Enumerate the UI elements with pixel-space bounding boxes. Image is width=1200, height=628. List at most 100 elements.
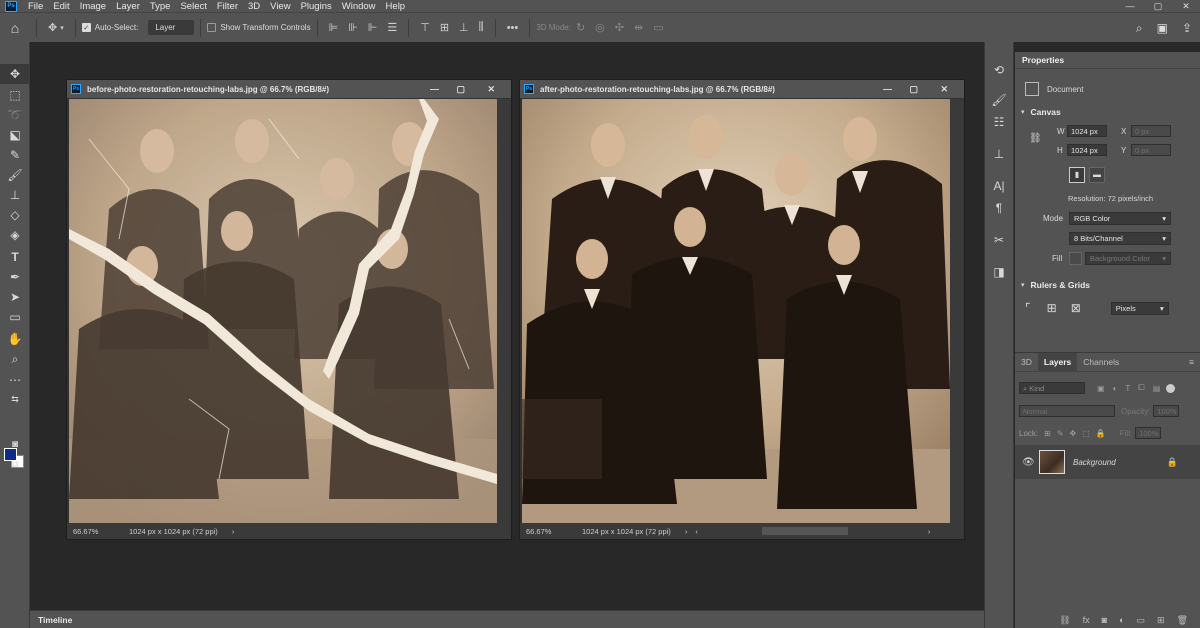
- close-icon[interactable]: ✕: [940, 80, 948, 98]
- portrait-icon[interactable]: ▮: [1069, 167, 1085, 183]
- scale-3d-icon[interactable]: ▭: [653, 21, 663, 34]
- character-icon[interactable]: A|: [985, 176, 1013, 196]
- chevron-right-icon[interactable]: ›: [232, 527, 235, 536]
- canvas-section-header[interactable]: ▾ Canvas: [1015, 107, 1200, 117]
- auto-select-target-dropdown[interactable]: Layer: [148, 20, 195, 35]
- menu-view[interactable]: View: [265, 1, 295, 12]
- vertical-scrollbar[interactable]: [497, 99, 511, 523]
- foreground-color-swatch[interactable]: [4, 448, 17, 461]
- adjustment-layer-icon[interactable]: ◐: [1119, 615, 1124, 625]
- close-button[interactable]: ✕: [1172, 0, 1200, 12]
- marquee-tool-icon[interactable]: ⬚: [0, 85, 30, 105]
- opacity-input[interactable]: 100%: [1153, 405, 1180, 417]
- paint-bucket-tool-icon[interactable]: ◈: [0, 225, 30, 245]
- link-layers-icon[interactable]: ⛓: [1059, 615, 1070, 626]
- filter-type-icon[interactable]: T: [1125, 384, 1130, 393]
- minimize-icon[interactable]: —: [430, 80, 439, 98]
- restore-button[interactable]: ▢: [1144, 0, 1172, 12]
- bit-depth-dropdown[interactable]: 8 Bits/Channel ▾: [1069, 232, 1171, 245]
- filter-adjustment-icon[interactable]: ◐: [1113, 384, 1118, 393]
- grid-icon[interactable]: ⊞: [1047, 301, 1057, 315]
- menu-edit[interactable]: Edit: [48, 1, 74, 12]
- document-window-after[interactable]: Ps after-photo-restoration-retouching-la…: [519, 79, 965, 540]
- align-right-icon[interactable]: ⊩: [368, 21, 378, 34]
- chevron-down-icon[interactable]: ▾: [1021, 281, 1025, 289]
- group-icon[interactable]: ▭: [1137, 615, 1146, 626]
- roll-3d-icon[interactable]: ◎: [595, 21, 605, 34]
- more-options-button[interactable]: •••: [507, 22, 519, 34]
- chevron-right-icon[interactable]: ›: [928, 527, 931, 536]
- blend-mode-dropdown[interactable]: Normal: [1019, 405, 1115, 417]
- rulers-section-header[interactable]: ▾ Rulers & Grids: [1015, 280, 1200, 290]
- distribute-vertical-icon[interactable]: ⫼: [479, 21, 484, 34]
- move-tool-icon[interactable]: ✥: [0, 64, 30, 84]
- fill-swatch[interactable]: [1069, 252, 1082, 265]
- lock-all-icon[interactable]: 🔒: [1096, 429, 1106, 438]
- align-top-icon[interactable]: ⊤: [420, 21, 430, 34]
- tab-layers[interactable]: Layers: [1037, 352, 1078, 372]
- pen-tool-icon[interactable]: ✒: [0, 267, 30, 287]
- eyedropper-tool-icon[interactable]: ✎: [0, 145, 30, 165]
- lock-image-icon[interactable]: ✎: [1057, 429, 1064, 438]
- filter-shape-icon[interactable]: ⧠: [1138, 383, 1144, 393]
- ruler-icon[interactable]: ⌜: [1025, 301, 1031, 315]
- menu-file[interactable]: File: [23, 1, 48, 12]
- zoom-level[interactable]: 66.67%: [526, 527, 582, 536]
- path-select-tool-icon[interactable]: ➤: [0, 287, 30, 307]
- fill-dropdown[interactable]: Background Color ▾: [1085, 252, 1171, 265]
- auto-select-checkbox[interactable]: ✓: [81, 23, 91, 32]
- chevron-down-icon[interactable]: ▾: [60, 24, 64, 32]
- lock-position-icon[interactable]: ✥: [1070, 429, 1077, 438]
- menu-3d[interactable]: 3D: [243, 1, 265, 12]
- layer-comps-icon[interactable]: ◨: [985, 262, 1013, 282]
- tab-3d[interactable]: 3D: [1015, 353, 1038, 372]
- close-icon[interactable]: ✕: [487, 80, 495, 98]
- orbit-3d-icon[interactable]: ↻: [576, 21, 585, 34]
- lock-transparent-icon[interactable]: ⊞: [1044, 429, 1051, 438]
- filter-pixel-icon[interactable]: ▣: [1097, 384, 1105, 393]
- transform-controls-checkbox[interactable]: [207, 23, 217, 32]
- units-dropdown[interactable]: Pixels ▾: [1110, 301, 1169, 315]
- clone-source-icon[interactable]: ⊥: [985, 144, 1013, 164]
- object-select-tool-icon[interactable]: ⬕: [0, 125, 30, 145]
- adjustments-icon[interactable]: ☷: [985, 112, 1013, 132]
- rectangle-tool-icon[interactable]: ▭: [0, 307, 30, 327]
- document-tab-before[interactable]: Ps before-photo-restoration-retouching-l…: [67, 80, 511, 98]
- menu-help[interactable]: Help: [381, 1, 411, 12]
- align-left-icon[interactable]: ⊫: [329, 21, 339, 34]
- layer-name[interactable]: Background: [1073, 458, 1116, 467]
- menu-layer[interactable]: Layer: [111, 1, 145, 12]
- tools-preset-icon[interactable]: ✂: [985, 230, 1013, 250]
- document-window-before[interactable]: Ps before-photo-restoration-retouching-l…: [66, 79, 512, 540]
- maximize-icon[interactable]: ▢: [456, 80, 465, 98]
- visibility-eye-icon[interactable]: 👁: [1022, 457, 1035, 468]
- menu-plugins[interactable]: Plugins: [296, 1, 337, 12]
- menu-select[interactable]: Select: [175, 1, 211, 12]
- type-tool-icon[interactable]: T: [0, 247, 30, 267]
- align-bottom-icon[interactable]: ⊥: [459, 21, 469, 34]
- kind-filter-dropdown[interactable]: ⌕ Kind: [1019, 382, 1085, 394]
- guides-icon[interactable]: ⊠: [1071, 301, 1081, 315]
- lasso-tool-icon[interactable]: ➰: [0, 105, 30, 125]
- zoom-tool-icon[interactable]: ⌕: [0, 349, 30, 369]
- menu-image[interactable]: Image: [75, 1, 111, 12]
- paragraph-icon[interactable]: ¶: [985, 198, 1013, 218]
- eraser-tool-icon[interactable]: ◇: [0, 205, 30, 225]
- filter-smart-object-icon[interactable]: ▤: [1153, 384, 1161, 393]
- zoom-level[interactable]: 66.67%: [73, 527, 129, 536]
- move-tool-icon[interactable]: ✥: [48, 21, 57, 34]
- menu-type[interactable]: Type: [145, 1, 176, 12]
- new-layer-icon[interactable]: ⊞: [1157, 615, 1165, 626]
- color-mode-dropdown[interactable]: RGB Color ▾: [1069, 212, 1171, 225]
- search-icon[interactable]: ⌕: [1136, 21, 1143, 36]
- share-icon[interactable]: ⇪: [1182, 21, 1192, 35]
- chevron-right-icon[interactable]: ›: [685, 527, 688, 536]
- hand-tool-icon[interactable]: ✋: [0, 329, 30, 349]
- photo-canvas-before[interactable]: [69, 99, 497, 523]
- document-tab-after[interactable]: Ps after-photo-restoration-retouching-la…: [520, 80, 964, 98]
- layer-row-background[interactable]: 👁 Background 🔒: [1015, 445, 1200, 479]
- add-mask-icon[interactable]: ◙: [1102, 615, 1107, 625]
- properties-tab[interactable]: Properties: [1015, 52, 1200, 69]
- filter-toggle[interactable]: [1166, 383, 1176, 393]
- minimize-icon[interactable]: —: [883, 80, 892, 98]
